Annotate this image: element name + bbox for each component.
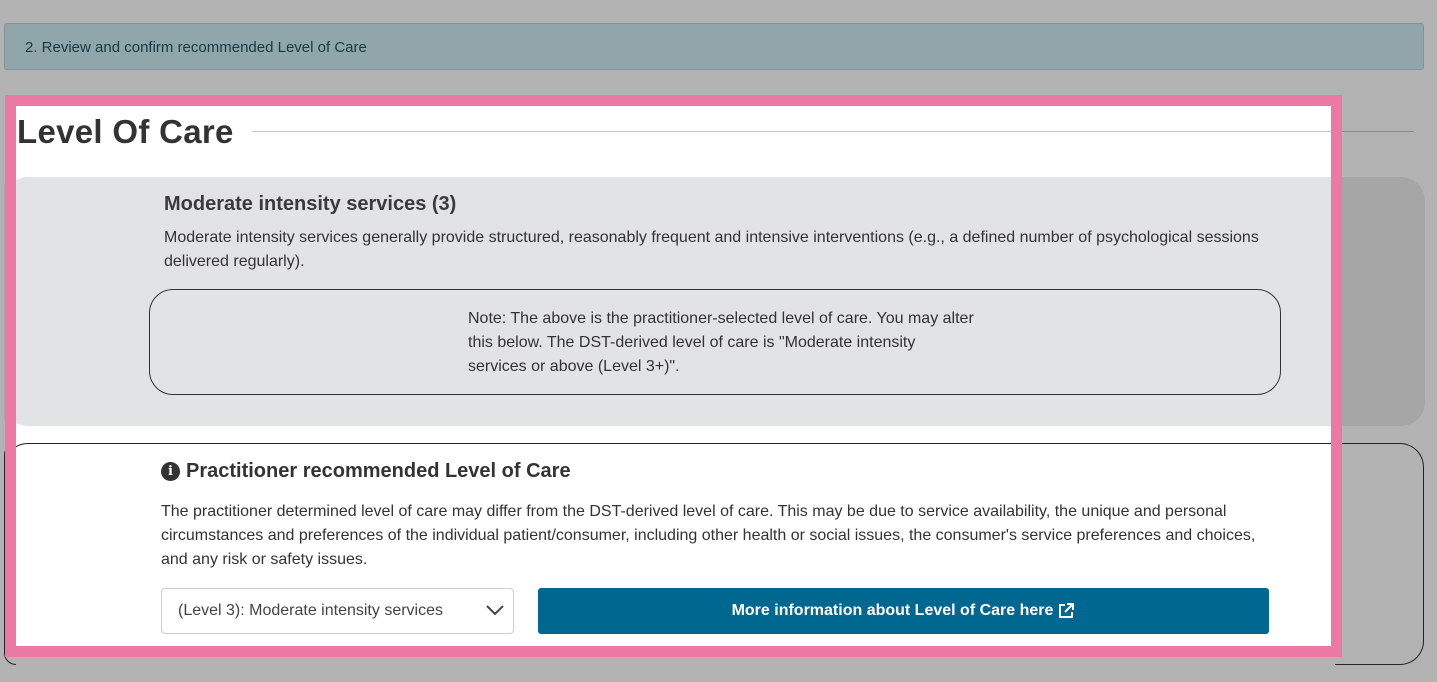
info-circle-icon: i [161, 462, 180, 481]
title-divider [252, 131, 1331, 132]
level-of-care-select[interactable]: (Level 3): Moderate intensity services [161, 588, 514, 634]
dimmed-recommended-card [1335, 443, 1424, 665]
selected-level-description: Moderate intensity services generally pr… [164, 229, 1259, 270]
level-of-care-highlight: Level Of Care Moderate intensity service… [5, 95, 1342, 657]
level-of-care-select-value: (Level 3): Moderate intensity services [178, 602, 443, 619]
recommended-level-heading-row: i Practitioner recommended Level of Care [161, 460, 571, 483]
page-title: Level Of Care [17, 113, 234, 150]
chevron-down-icon [486, 605, 504, 616]
external-link-icon [1059, 603, 1075, 618]
dimmed-selected-card [1336, 177, 1425, 426]
more-information-button[interactable]: More information about Level of Care her… [538, 588, 1269, 634]
recommended-level-heading: Practitioner recommended Level of Care [186, 460, 571, 482]
note-text: Note: The above is the practitioner-sele… [468, 310, 974, 375]
note-box: Note: The above is the practitioner-sele… [149, 289, 1281, 395]
recommended-level-description: The practitioner determined level of car… [161, 503, 1256, 568]
more-information-button-label: More information about Level of Care her… [731, 602, 1054, 619]
dimmed-title-rule [1340, 131, 1414, 132]
step-banner-label: 2. Review and confirm recommended Level … [25, 39, 367, 56]
selected-level-heading: Moderate intensity services (3) [164, 193, 457, 215]
step-banner[interactable]: 2. Review and confirm recommended Level … [4, 23, 1424, 70]
